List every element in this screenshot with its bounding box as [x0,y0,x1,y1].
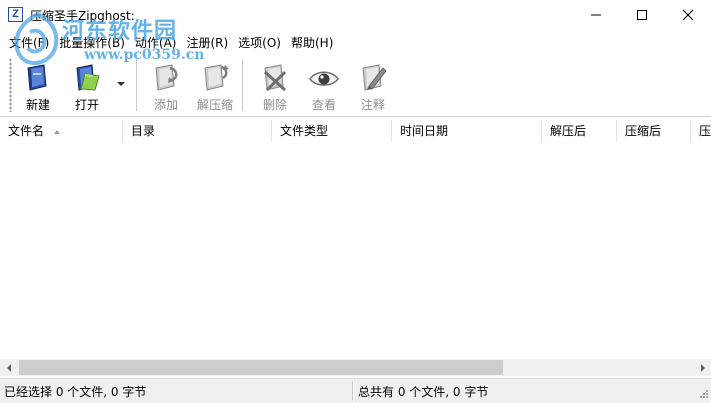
delete-icon [263,64,287,92]
status-bar: 已经选择 0 个文件, 0 字节 总共有 0 个文件, 0 字节 [0,378,711,403]
column-directory-label: 目录 [131,124,156,138]
open-archive-icon [76,64,100,91]
status-selected: 已经选择 0 个文件, 0 字节 [4,385,147,399]
menu-batch[interactable]: 批量操作(B) [54,33,130,53]
menu-file[interactable]: 文件(F) [4,33,54,53]
title-bar[interactable]: Z 压缩圣手Zipghost: [0,0,711,30]
add-files-icon [155,64,178,91]
column-uncompressed-label: 解压后 [550,124,587,138]
close-icon [682,9,694,21]
scroll-right-icon [700,363,705,372]
column-filename-label: 文件名 [8,124,45,138]
open-dropdown-arrow-icon[interactable] [117,82,125,86]
new-button[interactable]: 新建 [14,59,62,113]
status-total: 总共有 0 个文件, 0 字节 [358,385,489,399]
menu-help[interactable]: 帮助(H) [286,33,338,53]
resize-grip-icon[interactable] [697,389,709,401]
scroll-left-icon [6,363,11,372]
column-ratio-label: 压 [699,124,711,138]
file-list-header: 文件名 目录 文件类型 时间日期 解压后 压缩后 压 [0,120,711,142]
comment-button[interactable]: 注释 [349,59,397,113]
new-archive-icon [27,64,47,91]
toolbar-separator [242,59,244,111]
file-list[interactable] [0,142,711,359]
minimize-icon [591,14,601,16]
toolbar-separator [136,59,138,111]
sort-ascending-icon [54,129,61,134]
scrollbar-thumb[interactable] [19,360,503,375]
open-button[interactable]: 打开 [63,59,111,113]
column-header-filetype[interactable]: 文件类型 [272,120,392,142]
menu-action[interactable]: 动作(A) [130,33,182,53]
column-filetype-label: 文件类型 [280,124,329,138]
delete-label: 删除 [262,98,287,112]
scroll-right-button[interactable] [694,359,711,376]
column-header-ratio[interactable]: 压 [691,120,711,142]
view-label: 查看 [311,98,336,112]
app-icon: Z [8,7,23,22]
extract-button[interactable]: 解压缩 [191,59,239,113]
menu-bar: 文件(F) 批量操作(B) 动作(A) 注册(R) 选项(O) 帮助(H) [0,33,711,53]
column-header-datetime[interactable]: 时间日期 [392,120,542,142]
add-button[interactable]: 添加 [142,59,190,113]
column-header-compressed[interactable]: 压缩后 [617,120,691,142]
new-label: 新建 [25,98,50,112]
eye-icon [309,71,339,86]
delete-button[interactable]: 删除 [251,59,299,113]
status-separator [352,381,354,401]
comment-icon [362,64,387,91]
menu-register[interactable]: 注册(R) [181,33,233,53]
add-label: 添加 [153,98,178,112]
extract-label: 解压缩 [196,98,233,112]
app-window: Z 压缩圣手Zipghost: 文件(F) 批量操作(B) 动作(A) 注册(R… [0,0,711,403]
horizontal-scrollbar[interactable] [0,359,711,376]
comment-label: 注释 [360,98,385,112]
close-button[interactable] [665,0,711,30]
column-compressed-label: 压缩后 [625,124,662,138]
minimize-button[interactable] [573,0,619,30]
column-datetime-label: 时间日期 [400,124,449,138]
maximize-icon [637,10,647,20]
toolbar-grip[interactable] [9,58,12,112]
view-button[interactable]: 查看 [300,59,348,113]
column-header-filename[interactable]: 文件名 [0,120,123,142]
toolbar: 新建 打开 添加 解压缩 删除 查看 注释 [0,54,711,117]
open-label: 打开 [74,98,99,112]
maximize-button[interactable] [619,0,665,30]
menu-options[interactable]: 选项(O) [233,33,286,53]
column-header-directory[interactable]: 目录 [123,120,272,142]
scroll-left-button[interactable] [0,359,17,376]
window-title: 压缩圣手Zipghost: [30,9,135,23]
column-header-uncompressed[interactable]: 解压后 [542,120,617,142]
extract-icon [204,64,229,91]
